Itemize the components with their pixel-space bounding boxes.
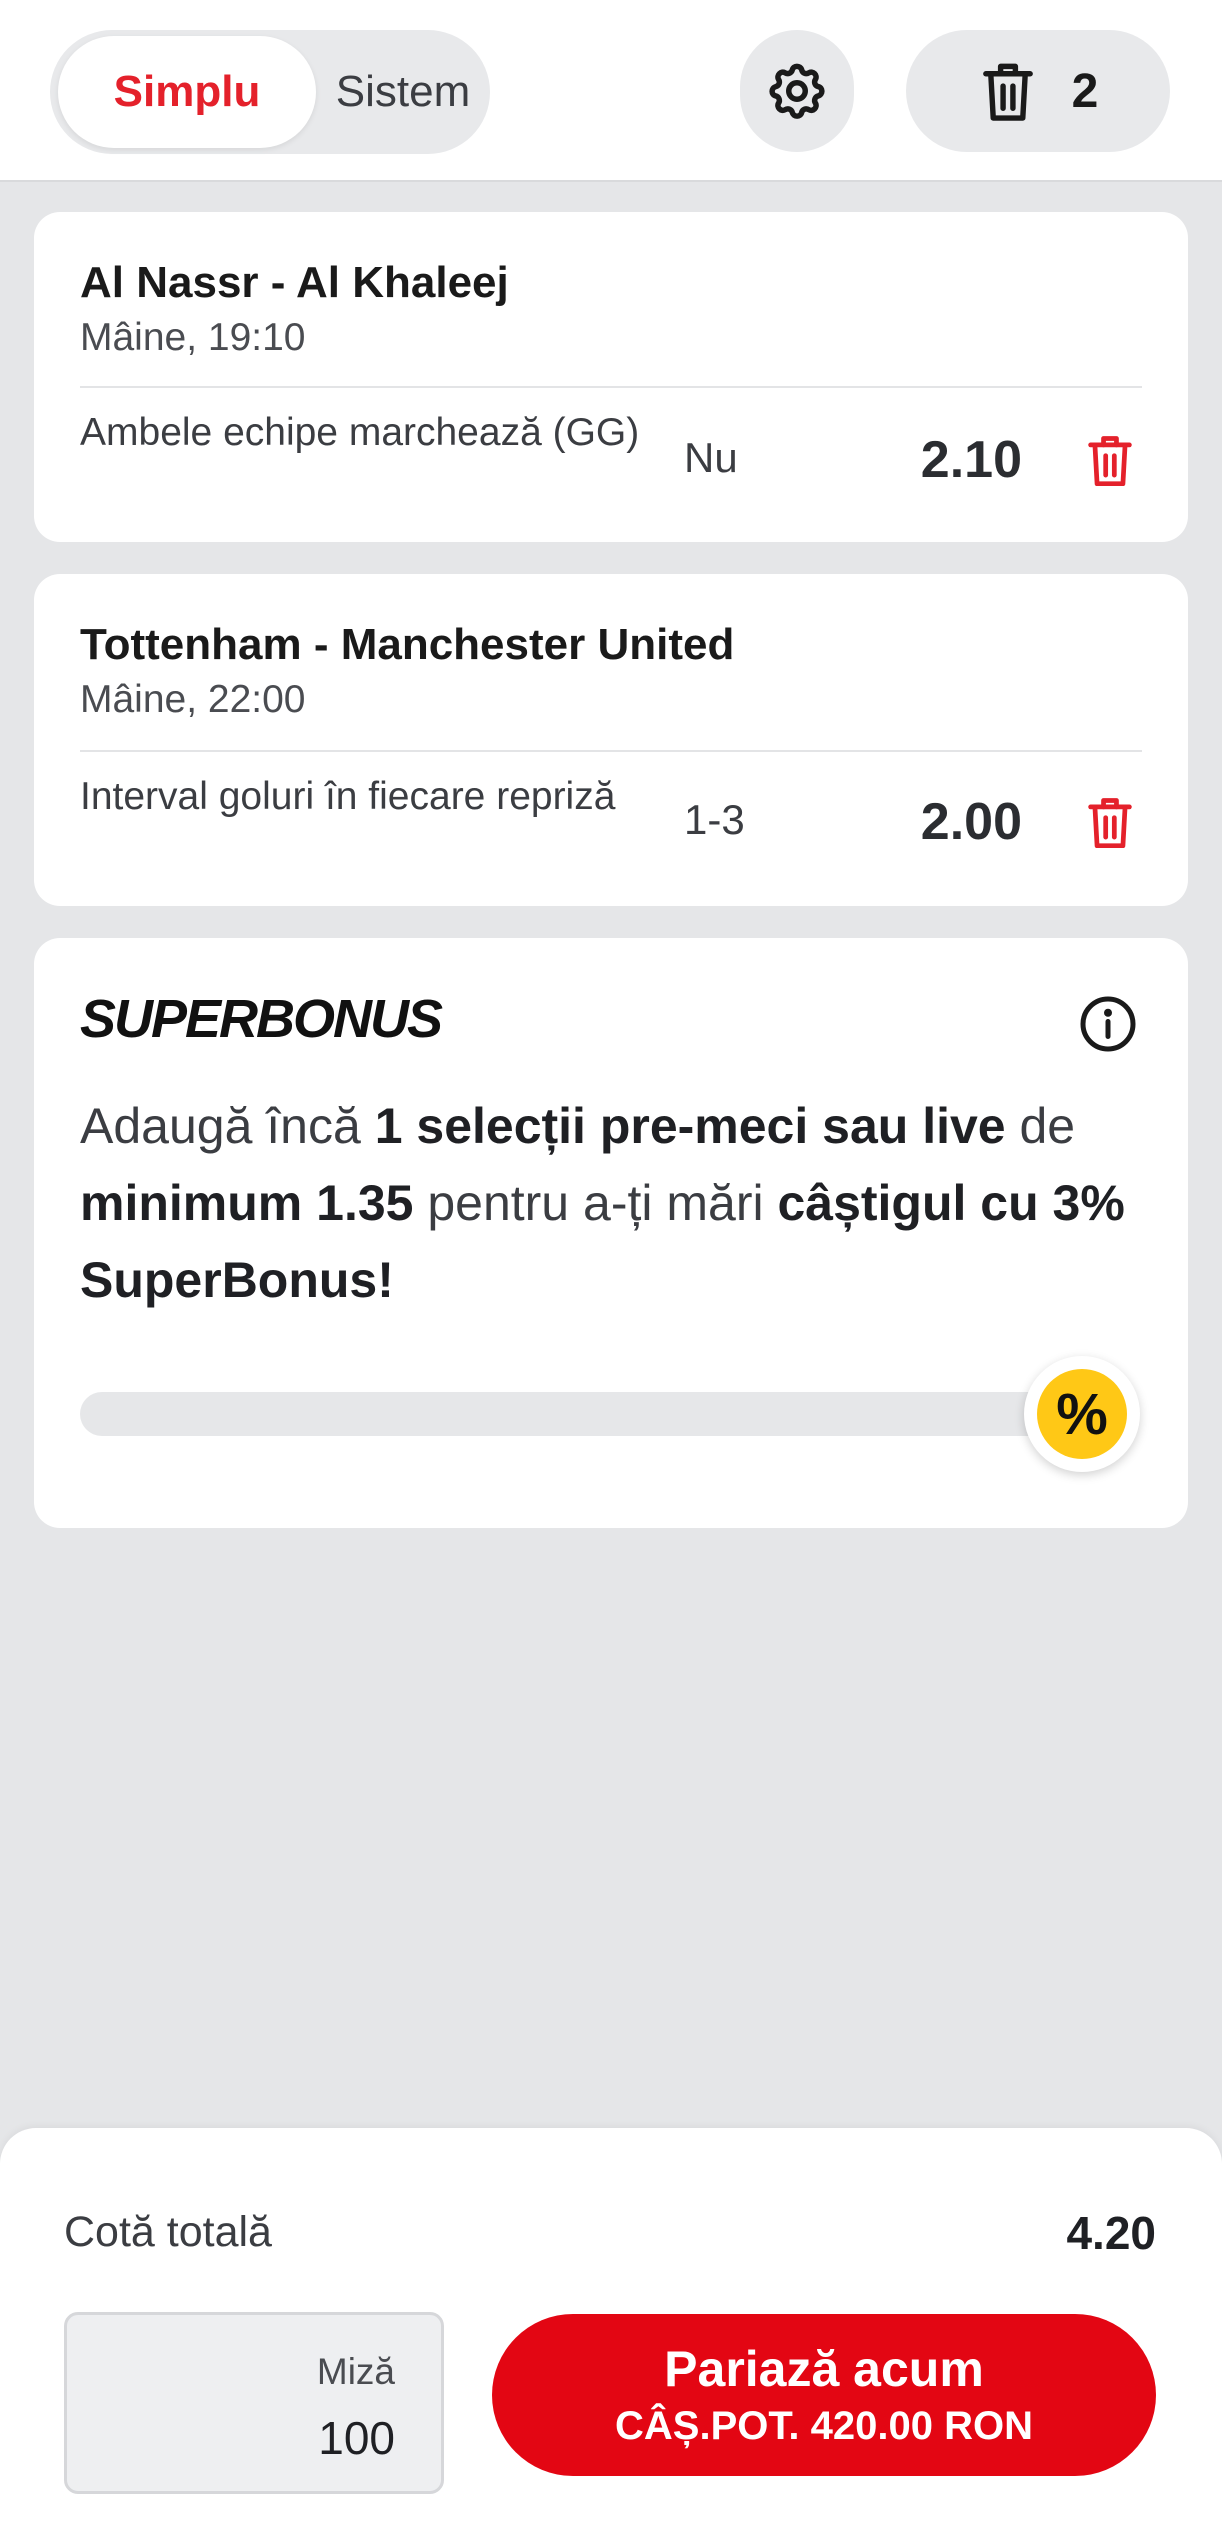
- superbonus-progress-bar: [80, 1392, 1080, 1436]
- potential-win-label: CÂȘ.POT. 420.00 RON: [615, 2404, 1033, 2448]
- mode-simplu-tab[interactable]: Simplu: [58, 36, 316, 148]
- odds: 2.00: [920, 793, 1022, 851]
- info-icon: [1080, 996, 1136, 1052]
- superbonus-text-part: Adaugă încă: [80, 1098, 375, 1154]
- superbonus-text-part: 1 selecții pre-meci sau live: [374, 1098, 1006, 1154]
- bet-count: 2: [1071, 64, 1099, 118]
- trash-icon: [1088, 798, 1132, 849]
- trash-icon: [1088, 436, 1132, 487]
- superbonus-logo: SUPERBONUS: [80, 989, 443, 1049]
- betslip-footer: Cotă totală 4.20 Miză Pariază acum CÂȘ.P…: [0, 2128, 1222, 2531]
- percent-icon: %: [1037, 1369, 1127, 1459]
- bet-card: Tottenham - Manchester United Mâine, 22:…: [34, 574, 1188, 906]
- betslip-header: Simplu Sistem 2: [0, 0, 1222, 182]
- stake-input[interactable]: [195, 2411, 395, 2465]
- mode-sistem-tab[interactable]: Sistem: [320, 36, 486, 148]
- total-odds-value: 4.20: [1066, 2207, 1156, 2259]
- bet-mode-toggle: Simplu Sistem: [50, 30, 490, 154]
- trash-icon: [982, 63, 1033, 121]
- selection: Nu: [684, 434, 738, 481]
- divider: [80, 750, 1142, 752]
- info-button[interactable]: [1078, 994, 1138, 1054]
- match-time: Mâine, 19:10: [80, 316, 306, 359]
- superbonus-text-part: de: [1005, 1098, 1076, 1154]
- superbonus-badge: %: [1024, 1356, 1140, 1472]
- clear-all-button[interactable]: 2: [906, 30, 1170, 152]
- bet-card: Al Nassr - Al Khaleej Mâine, 19:10 Ambel…: [34, 212, 1188, 542]
- match-time: Mâine, 22:00: [80, 678, 306, 721]
- superbonus-card: SUPERBONUS Adaugă încă 1 selecții pre-me…: [34, 938, 1188, 1528]
- place-bet-label: Pariază acum: [664, 2341, 984, 2397]
- odds: 2.10: [920, 431, 1022, 489]
- market-name: Ambele echipe marchează (GG): [80, 411, 640, 454]
- remove-bet-button[interactable]: [1080, 792, 1140, 852]
- selection: 1-3: [684, 796, 745, 843]
- market-name: Interval goluri în fiecare repriză: [80, 775, 616, 818]
- stake-field[interactable]: Miză: [64, 2312, 444, 2494]
- superbonus-message: Adaugă încă 1 selecții pre-meci sau live…: [80, 1088, 1140, 1319]
- total-odds-label: Cotă totală: [64, 2208, 272, 2256]
- place-bet-button[interactable]: Pariază acum CÂȘ.POT. 420.00 RON: [492, 2314, 1156, 2476]
- superbonus-text-part: minimum 1.35: [80, 1175, 414, 1231]
- gear-icon: [769, 63, 825, 119]
- match-title: Al Nassr - Al Khaleej: [80, 258, 509, 307]
- stake-label: Miză: [316, 2351, 395, 2392]
- superbonus-text-part: pentru a-ți mări: [413, 1175, 778, 1231]
- settings-button[interactable]: [740, 30, 854, 152]
- remove-bet-button[interactable]: [1080, 430, 1140, 490]
- divider: [80, 386, 1142, 388]
- match-title: Tottenham - Manchester United: [80, 620, 735, 669]
